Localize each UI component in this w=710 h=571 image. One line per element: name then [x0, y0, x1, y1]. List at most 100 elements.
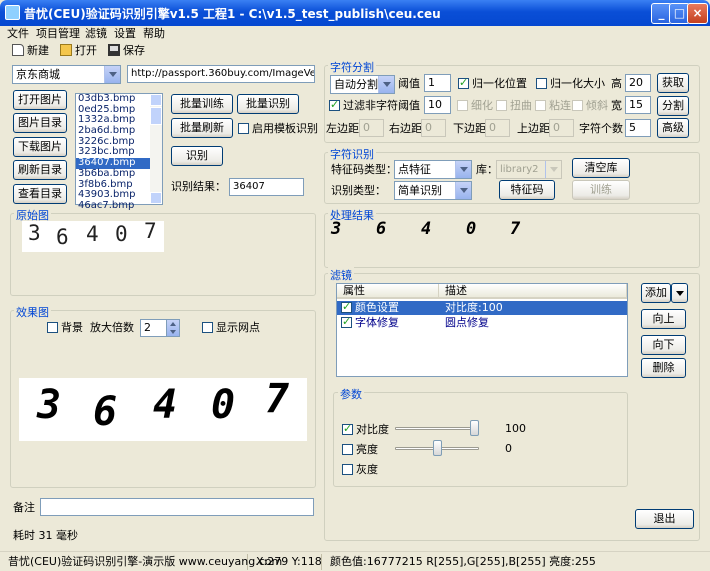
move-up-button[interactable]: 向上 — [641, 309, 686, 329]
split-button[interactable]: 分割 — [657, 96, 689, 116]
open-image-button[interactable]: 打开图片 — [13, 90, 67, 110]
contrast-slider-thumb[interactable] — [470, 420, 479, 436]
menu-file[interactable]: 文件 — [7, 26, 29, 42]
column-attr-header[interactable]: 属性 — [337, 284, 439, 299]
threshold-input[interactable]: 1 — [424, 74, 451, 92]
checkbox-box[interactable] — [342, 464, 353, 475]
checkbox-box[interactable] — [572, 100, 583, 111]
top-margin-input[interactable]: 0 — [549, 119, 574, 137]
recognize-button[interactable]: 识别 — [171, 146, 223, 166]
show-grid-checkbox[interactable]: 显示网点 — [202, 321, 260, 334]
batch-recognize-button[interactable]: 批量识别 — [237, 94, 299, 114]
contrast-checkbox[interactable]: 对比度 — [342, 422, 389, 436]
scroll-thumb[interactable] — [150, 107, 162, 125]
exit-button[interactable]: 退出 — [635, 509, 694, 529]
save-button[interactable]: 保存 — [108, 42, 145, 60]
open-button[interactable]: 打开 — [60, 42, 97, 60]
scroll-down-icon[interactable] — [150, 192, 162, 204]
zoom-input[interactable]: 2 — [140, 319, 168, 337]
library-combo[interactable]: library2 — [496, 160, 562, 179]
normalize-pos-label: 归一化位置 — [472, 77, 527, 90]
tilt-checkbox[interactable]: 倾斜 — [572, 99, 608, 112]
image-dir-button[interactable]: 图片目录 — [13, 113, 67, 133]
brightness-checkbox[interactable]: 亮度 — [342, 443, 378, 456]
filter-row-checkbox[interactable] — [341, 315, 355, 329]
recognize-type-combo[interactable]: 简单识别 — [394, 181, 472, 200]
filter-row[interactable]: 颜色设置 对比度:100 — [337, 300, 627, 315]
filter-row-checkbox[interactable] — [341, 300, 355, 314]
menu-help[interactable]: 帮助 — [143, 26, 165, 42]
chevron-down-icon[interactable] — [378, 76, 394, 93]
train-button[interactable]: 训练 — [572, 180, 630, 200]
normalize-pos-checkbox[interactable]: 归一化位置 — [458, 76, 527, 90]
segment-mode-combo[interactable]: 自动分割 — [330, 75, 395, 94]
refresh-dir-button[interactable]: 刷新目录 — [13, 160, 67, 180]
checkbox-box[interactable] — [342, 444, 353, 455]
checkbox-box[interactable] — [496, 100, 507, 111]
checkbox-box[interactable] — [47, 322, 58, 333]
right-margin-input[interactable]: 0 — [421, 119, 446, 137]
get-button[interactable]: 获取 — [657, 73, 689, 93]
result-field[interactable]: 36407 — [229, 178, 304, 196]
delete-filter-button[interactable]: 删除 — [641, 358, 686, 378]
app-icon — [5, 5, 20, 20]
gray-checkbox[interactable]: 灰度 — [342, 463, 378, 476]
add-filter-dropdown[interactable] — [671, 283, 688, 303]
advanced-button[interactable]: 高级 — [657, 118, 689, 138]
filter-row[interactable]: 字体修复 圆点修复 — [337, 315, 627, 330]
distort-checkbox[interactable]: 扭曲 — [496, 99, 532, 112]
thin-checkbox[interactable]: 细化 — [457, 99, 493, 112]
download-image-button[interactable]: 下载图片 — [13, 137, 67, 157]
checkbox-box[interactable] — [341, 300, 352, 313]
menu-settings[interactable]: 设置 — [114, 26, 136, 42]
feature-type-combo[interactable]: 点特征 — [394, 160, 472, 179]
chevron-down-icon[interactable] — [104, 66, 120, 83]
new-button[interactable]: 新建 — [12, 42, 49, 60]
chevron-down-icon[interactable] — [455, 161, 471, 178]
width-input[interactable]: 15 — [625, 96, 651, 114]
checkbox-box[interactable] — [341, 315, 352, 328]
height-input[interactable]: 20 — [625, 74, 651, 92]
site-combo[interactable]: 京东商城 — [12, 65, 121, 84]
checkbox-box[interactable] — [535, 100, 546, 111]
menu-filter[interactable]: 滤镜 — [85, 26, 107, 42]
enable-template-checkbox[interactable]: 启用模板识别 — [238, 122, 318, 135]
list-scrollbar[interactable] — [150, 94, 162, 204]
zoom-spinner[interactable] — [166, 319, 180, 337]
batch-train-button[interactable]: 批量训练 — [171, 94, 233, 114]
threshold2-input[interactable]: 10 — [424, 96, 451, 114]
menu-project[interactable]: 项目管理 — [36, 26, 80, 42]
checkbox-box[interactable] — [457, 100, 468, 111]
feature-code-button[interactable]: 特征码 — [499, 180, 555, 200]
checkbox-box[interactable] — [238, 123, 249, 134]
normalize-size-checkbox[interactable]: 归一化大小 — [536, 77, 605, 90]
char-count-input[interactable]: 5 — [625, 119, 651, 137]
file-list[interactable]: 03db3.bmp 0ed25.bmp 1332a.bmp 2ba6d.bmp 3226… — [75, 93, 163, 211]
brightness-slider-thumb[interactable] — [432, 440, 442, 456]
background-checkbox[interactable]: 背景 — [47, 321, 83, 334]
close-button[interactable]: × — [687, 3, 708, 24]
sticky-checkbox[interactable]: 粘连 — [535, 99, 571, 112]
add-filter-button[interactable]: 添加 — [641, 283, 671, 303]
note-input[interactable] — [40, 498, 314, 516]
batch-refresh-button[interactable]: 批量刷新 — [171, 118, 233, 138]
checkbox-box[interactable] — [342, 422, 353, 435]
filter-nonchar-checkbox[interactable]: 过滤非字符 — [329, 98, 398, 112]
checkbox-box[interactable] — [202, 322, 213, 333]
move-down-button[interactable]: 向下 — [641, 335, 686, 355]
clear-library-button[interactable]: 清空库 — [572, 158, 630, 178]
checkbox-box[interactable] — [536, 78, 547, 89]
checkbox-box[interactable] — [329, 98, 340, 111]
left-margin-input[interactable]: 0 — [359, 119, 384, 137]
checkbox-box[interactable] — [458, 76, 469, 89]
url-input[interactable]: http://passport.360buy.com/ImageVerifier… — [127, 65, 315, 83]
scroll-up-icon[interactable] — [150, 94, 162, 106]
filter-list[interactable]: 属性 描述 颜色设置 对比度:100 字体修复 圆点修复 — [336, 283, 628, 377]
contrast-slider-track[interactable] — [395, 427, 479, 430]
view-dir-button[interactable]: 查看目录 — [13, 184, 67, 204]
column-desc-header[interactable]: 描述 — [439, 284, 627, 299]
chevron-down-icon[interactable] — [545, 161, 561, 178]
title-bar[interactable]: 昔忧(CEU)验证码识别引擎v1.5 工程1 - C:\v1.5_test_pu… — [0, 0, 710, 26]
bottom-margin-input[interactable]: 0 — [485, 119, 510, 137]
chevron-down-icon[interactable] — [455, 182, 471, 199]
